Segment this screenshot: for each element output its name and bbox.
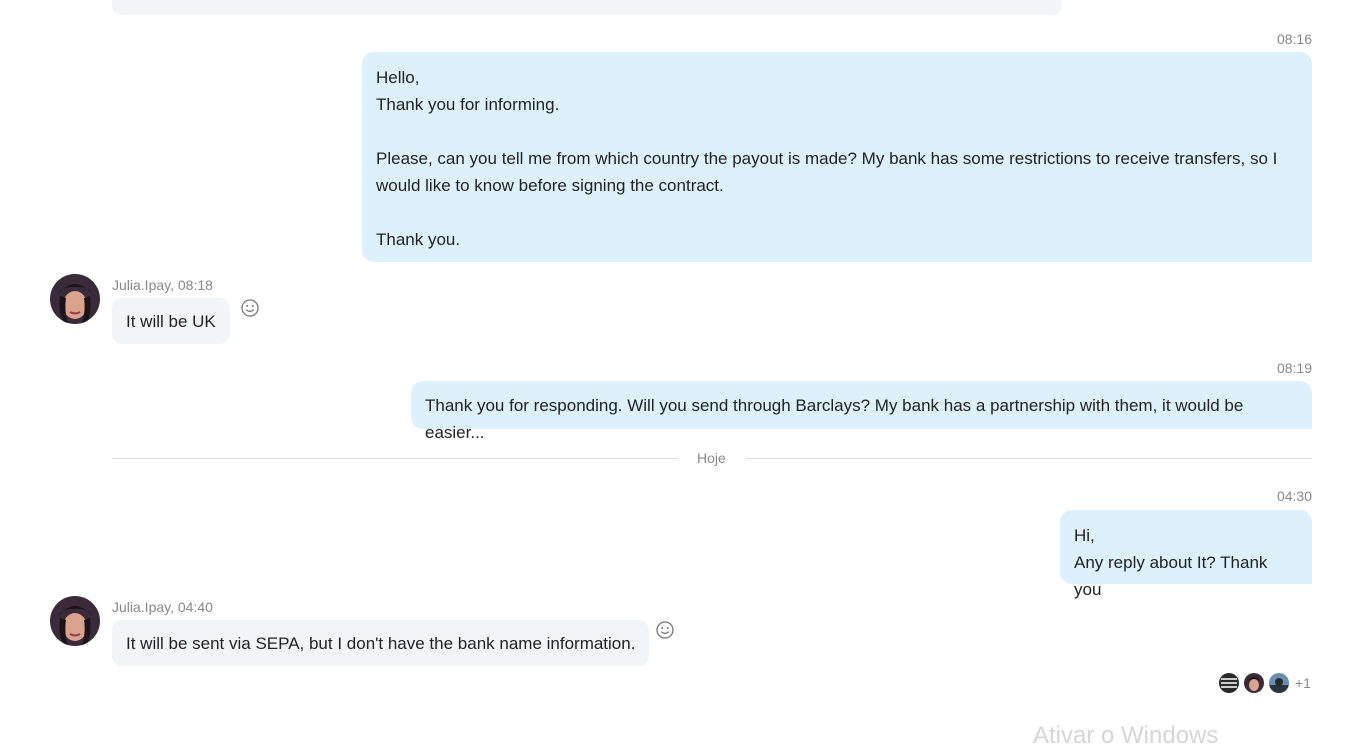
outgoing-message[interactable]: Hi, Any reply about It? Thank you: [1060, 510, 1312, 599]
sender-name: Julia.Ipay, 08:18: [112, 277, 213, 293]
date-divider-line: [746, 458, 1312, 459]
date-divider-line: [112, 458, 678, 459]
message-time: 08:16: [1276, 31, 1312, 47]
avatar[interactable]: [50, 274, 100, 324]
activation-watermark: Ativar o Windows: [1033, 722, 1219, 749]
seen-by-count: +1: [1295, 675, 1311, 691]
incoming-message[interactable]: It will be sent via SEPA, but I don't ha…: [112, 620, 650, 666]
seen-by-avatar[interactable]: [1219, 673, 1239, 693]
incoming-message[interactable]: It will be UK: [112, 298, 230, 344]
outgoing-message[interactable]: Thank you for responding. Will you send …: [411, 381, 1312, 442]
add-reaction-icon[interactable]: [656, 621, 674, 639]
previous-message-bubble: [112, 0, 1062, 15]
outgoing-message[interactable]: Hello, Thank you for informing. Please, …: [362, 52, 1312, 262]
avatar[interactable]: [50, 596, 100, 646]
add-reaction-icon[interactable]: [241, 299, 259, 317]
sender-name: Julia.Ipay, 04:40: [112, 599, 213, 615]
seen-by-avatar[interactable]: [1269, 673, 1289, 693]
message-time: 08:19: [1276, 360, 1312, 376]
seen-by-avatar[interactable]: [1244, 673, 1264, 693]
date-divider-label: Hoje: [697, 450, 726, 466]
message-time: 04:30: [1276, 488, 1312, 504]
